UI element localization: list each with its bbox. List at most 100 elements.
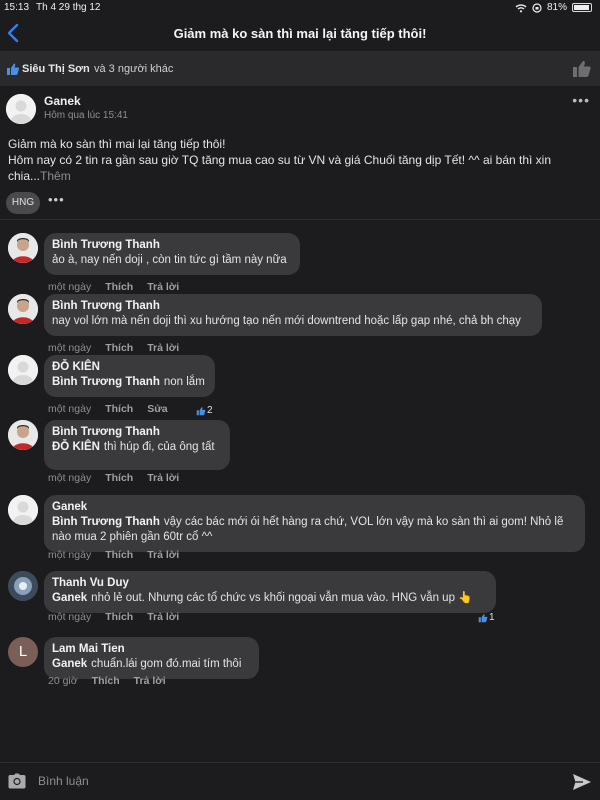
comment-author[interactable]: Bình Trương Thanh: [52, 299, 534, 314]
photo-avatar-icon: [8, 233, 38, 263]
reply-link[interactable]: Trả lời: [147, 472, 179, 484]
comment-bubble[interactable]: Lam Mai Tien Ganek chuẩn.lái gom đó.mai t…: [44, 637, 259, 679]
status-right: 81%: [515, 2, 592, 13]
post-line-2: Hôm nay có 2 tin ra gần sau giờ TQ tăng …: [8, 153, 552, 167]
comment-author[interactable]: ĐỖ KIÊN: [52, 360, 207, 375]
comment-bubble[interactable]: Thanh Vu Duy Ganek nhỏ lẻ out. Nhưng các …: [44, 571, 496, 613]
like-link[interactable]: Thích: [92, 675, 120, 687]
status-date: Th 4 29 thg 12: [36, 2, 101, 13]
like-link[interactable]: Thích: [105, 611, 133, 623]
comment-author[interactable]: Thanh Vu Duy: [52, 576, 488, 591]
likes-bar[interactable]: Siêu Thị Sơn và 3 người khác: [0, 52, 600, 86]
see-more-link[interactable]: Thêm: [40, 169, 71, 183]
comment-text-body: thì húp đi, của ông tất: [103, 441, 215, 453]
commenter-avatar[interactable]: [8, 233, 38, 263]
reply-link[interactable]: Trả lời: [147, 281, 179, 293]
nav-bar: Giảm mà ko sàn thì mai lại tăng tiếp thô…: [0, 16, 600, 52]
default-avatar-icon: [8, 355, 38, 385]
comment-actions: một ngày Thích Trả lời: [48, 472, 179, 484]
post-time: Hôm qua lúc 15:41: [44, 110, 128, 121]
like-link[interactable]: Thích: [105, 549, 133, 561]
comment-text-line-2: nào mua 2 phiên gần 60tr cổ ^^: [52, 531, 213, 543]
default-avatar-icon: [8, 495, 38, 525]
comment-text-body: nhỏ lẻ out. Nhưng các tổ chức vs khối ng…: [91, 592, 473, 604]
comment-bubble[interactable]: Bình Trương Thanh ảo à, nay nến doji , c…: [44, 233, 300, 275]
ticker-tag[interactable]: HNG: [6, 192, 40, 214]
commenter-avatar[interactable]: [8, 420, 38, 450]
comment-bubble[interactable]: Bình Trương Thanh nay vol lớn mà nến doj…: [44, 294, 542, 336]
comment-time: một ngày: [48, 549, 92, 561]
commenter-avatar[interactable]: [8, 294, 38, 324]
post-body: Giảm mà ko sàn thì mai lại tăng tiếp thô…: [8, 136, 578, 184]
comment-actions: một ngày Thích Trả lời: [48, 342, 179, 354]
mention[interactable]: Ganek: [52, 658, 87, 670]
battery-percent: 81%: [546, 2, 567, 13]
like-button[interactable]: [572, 59, 592, 79]
battery-icon: [572, 3, 592, 12]
photo-avatar-icon: [8, 420, 38, 450]
post-author-avatar[interactable]: [6, 94, 36, 124]
commenter-avatar[interactable]: [8, 495, 38, 525]
comment-actions: một ngày Thích Trả lời: [48, 611, 179, 623]
send-icon[interactable]: [572, 772, 592, 792]
reaction-number: 2: [207, 405, 213, 416]
comment-actions: một ngày Thích Sửa: [48, 403, 168, 415]
comment-text-body: vậy các bác mới ói hết hàng ra chứ, VOL …: [163, 516, 564, 528]
photo-avatar-icon: [8, 571, 38, 601]
liker-name[interactable]: Siêu Thị Sơn: [22, 63, 90, 75]
post-line-3-text: chia...: [8, 169, 41, 183]
commenter-avatar[interactable]: L: [8, 637, 38, 667]
post-line-3: chia...Thêm: [8, 168, 578, 184]
post-author[interactable]: Ganek: [44, 94, 81, 108]
comment-composer: [0, 762, 600, 800]
comment-time: một ngày: [48, 403, 92, 415]
mention[interactable]: Ganek: [52, 592, 87, 604]
post-line-1: Giảm mà ko sàn thì mai lại tăng tiếp thô…: [8, 137, 226, 151]
page-title: Giảm mà ko sàn thì mai lại tăng tiếp thô…: [173, 26, 427, 41]
reaction-number: 1: [489, 612, 495, 623]
tag-more-icon[interactable]: •••: [48, 192, 65, 207]
comment-text-body: chuẩn.lái gom đó.mai tím thôi: [91, 658, 242, 670]
avatar-letter: L: [18, 643, 28, 660]
post: Ganek Hôm qua lúc 15:41 ••• Giảm mà ko s…: [0, 86, 600, 220]
like-link[interactable]: Thích: [105, 342, 133, 354]
camera-icon[interactable]: [8, 773, 26, 789]
mention[interactable]: Bình Trương Thanh: [52, 376, 160, 388]
comment-bubble[interactable]: ĐỖ KIÊN Bình Trương Thanh non lắm: [44, 355, 215, 397]
post-more-icon[interactable]: •••: [572, 92, 590, 108]
comment-author[interactable]: Ganek: [52, 500, 577, 515]
reply-link[interactable]: Trả lời: [147, 342, 179, 354]
comment-input[interactable]: [38, 771, 538, 791]
comment-author[interactable]: Bình Trương Thanh: [52, 425, 222, 440]
default-avatar-icon: [6, 94, 36, 124]
comment-author[interactable]: Lam Mai Tien: [52, 642, 251, 657]
reaction-count[interactable]: 2: [196, 405, 213, 416]
comment-bubble[interactable]: Bình Trương Thanh ĐỖ KIÊN thì húp đi, của…: [44, 420, 230, 470]
comment-text: nay vol lớn mà nến doji thì xu hướng tạo…: [52, 315, 521, 327]
mention[interactable]: ĐỖ KIÊN: [52, 441, 100, 453]
reply-link[interactable]: Trả lời: [147, 611, 179, 623]
reply-link[interactable]: Trả lời: [147, 549, 179, 561]
comment-text: Ganek chuẩn.lái gom đó.mai tím thôi: [52, 657, 251, 672]
commenter-avatar[interactable]: [8, 571, 38, 601]
reaction-count[interactable]: 1: [478, 612, 495, 623]
comment-author[interactable]: Bình Trương Thanh: [52, 238, 292, 253]
comment-bubble[interactable]: Ganek Bình Trương Thanh vậy các bác mới ó…: [44, 495, 585, 552]
edit-link[interactable]: Sửa: [147, 403, 167, 415]
orientation-lock-icon: [532, 2, 542, 13]
comment-text: Ganek nhỏ lẻ out. Nhưng các tổ chức vs kh…: [52, 591, 488, 606]
comment-actions: 20 giờ Thích Trả lời: [48, 675, 166, 687]
likes-others[interactable]: và 3 người khác: [94, 63, 173, 75]
comment-time: một ngày: [48, 472, 92, 484]
comment-text: ĐỖ KIÊN thì húp đi, của ông tất: [52, 440, 222, 455]
mention[interactable]: Bình Trương Thanh: [52, 516, 160, 528]
like-link[interactable]: Thích: [105, 403, 133, 415]
commenter-avatar[interactable]: [8, 355, 38, 385]
like-link[interactable]: Thích: [105, 472, 133, 484]
like-link[interactable]: Thích: [105, 281, 133, 293]
comment-time: một ngày: [48, 611, 92, 623]
comment-text: ảo à, nay nến doji , còn tin tức gì tầm …: [52, 254, 287, 266]
comment-text: Bình Trương Thanh vậy các bác mới ói hết …: [52, 515, 577, 530]
reply-link[interactable]: Trả lời: [134, 675, 166, 687]
comment-text: Bình Trương Thanh non lắm: [52, 375, 207, 390]
